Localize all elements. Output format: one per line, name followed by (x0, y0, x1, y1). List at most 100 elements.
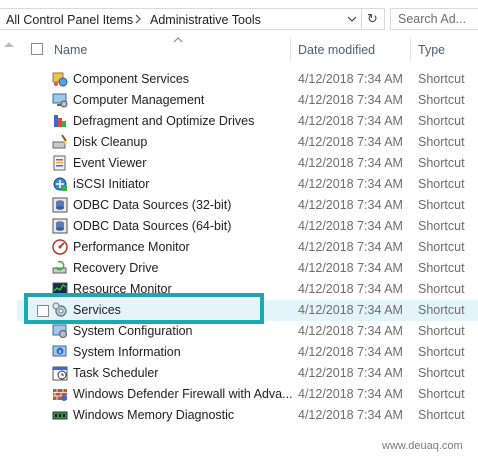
list-item[interactable]: Task Scheduler 4/12/2018 7:34 AM Shortcu… (17, 363, 478, 384)
item-type: Shortcut (418, 198, 465, 212)
computer-management-icon (52, 92, 68, 108)
list-item[interactable]: Computer Management 4/12/2018 7:34 AM Sh… (17, 90, 478, 111)
item-type: Shortcut (418, 93, 465, 107)
memory-diagnostic-icon (52, 407, 68, 423)
system-configuration-icon (52, 323, 68, 339)
breadcrumb-item-administrative-tools[interactable]: Administrative Tools (150, 13, 261, 27)
column-date-modified[interactable]: Date modified (298, 43, 375, 57)
column-name[interactable]: Name (54, 43, 87, 57)
list-item[interactable]: Defragment and Optimize Drives 4/12/2018… (17, 111, 478, 132)
item-date: 4/12/2018 7:34 AM (298, 135, 403, 149)
item-date: 4/12/2018 7:34 AM (298, 303, 403, 317)
list-item[interactable]: iSCSI Initiator 4/12/2018 7:34 AM Shortc… (17, 174, 478, 195)
refresh-icon[interactable]: ↻ (361, 9, 383, 29)
item-name: Disk Cleanup (73, 135, 148, 149)
item-date: 4/12/2018 7:34 AM (298, 240, 403, 254)
left-scroll-gutter (0, 38, 17, 456)
column-divider[interactable] (410, 38, 411, 62)
item-type: Shortcut (418, 366, 465, 380)
disk-cleanup-icon (52, 134, 68, 150)
list-item[interactable]: Disk Cleanup 4/12/2018 7:34 AM Shortcut (17, 132, 478, 153)
item-date: 4/12/2018 7:34 AM (298, 156, 403, 170)
column-header: Name Date modified Type (17, 37, 478, 62)
item-type: Shortcut (418, 408, 465, 422)
item-date: 4/12/2018 7:34 AM (298, 72, 403, 86)
odbc-icon (52, 218, 68, 234)
item-type: Shortcut (418, 324, 465, 338)
recovery-drive-icon (52, 260, 68, 276)
item-date: 4/12/2018 7:34 AM (298, 93, 403, 107)
list-item[interactable]: System Information 4/12/2018 7:34 AM Sho… (17, 342, 478, 363)
performance-monitor-icon (52, 239, 68, 255)
item-type: Shortcut (418, 345, 465, 359)
task-scheduler-icon (52, 365, 68, 381)
address-bar: All Control Panel Items Administrative T… (0, 0, 478, 38)
list-item[interactable]: ODBC Data Sources (32-bit) 4/12/2018 7:3… (17, 195, 478, 216)
item-type: Shortcut (418, 387, 465, 401)
item-name: ODBC Data Sources (32-bit) (73, 198, 232, 212)
defragment-icon (52, 113, 68, 129)
list-item[interactable]: ODBC Data Sources (64-bit) 4/12/2018 7:3… (17, 216, 478, 237)
select-all-checkbox[interactable] (31, 43, 43, 55)
event-viewer-icon (52, 155, 68, 171)
item-type: Shortcut (418, 219, 465, 233)
item-name: System Information (73, 345, 181, 359)
item-name: Performance Monitor (73, 240, 190, 254)
chevron-right-icon[interactable] (134, 12, 142, 29)
item-date: 4/12/2018 7:34 AM (298, 408, 403, 422)
item-date: 4/12/2018 7:34 AM (298, 387, 403, 401)
item-date: 4/12/2018 7:34 AM (298, 324, 403, 338)
search-input[interactable] (398, 11, 478, 27)
item-type: Shortcut (418, 303, 465, 317)
firewall-icon (52, 386, 68, 402)
item-type: Shortcut (418, 240, 465, 254)
item-name: Windows Defender Firewall with Adva... (73, 387, 293, 401)
item-type: Shortcut (418, 135, 465, 149)
column-divider[interactable] (290, 38, 291, 62)
item-name: Task Scheduler (73, 366, 159, 380)
system-information-icon (52, 344, 68, 360)
scroll-up-arrow-icon[interactable] (4, 42, 14, 47)
item-date: 4/12/2018 7:34 AM (298, 198, 403, 212)
item-type: Shortcut (418, 114, 465, 128)
list-item[interactable]: System Configuration 4/12/2018 7:34 AM S… (17, 321, 478, 342)
item-name: Windows Memory Diagnostic (73, 408, 235, 422)
highlight-frame (24, 293, 264, 324)
item-date: 4/12/2018 7:34 AM (298, 177, 403, 191)
item-name: Recovery Drive (73, 261, 159, 275)
list-item[interactable]: Windows Memory Diagnostic 4/12/2018 7:34… (17, 405, 478, 426)
item-type: Shortcut (418, 177, 465, 191)
item-type: Shortcut (418, 72, 465, 86)
breadcrumb[interactable]: All Control Panel Items Administrative T… (0, 8, 385, 30)
item-type: Shortcut (418, 261, 465, 275)
item-date: 4/12/2018 7:34 AM (298, 261, 403, 275)
chevron-down-icon[interactable] (343, 9, 361, 29)
item-name: ODBC Data Sources (64-bit) (73, 219, 232, 233)
item-date: 4/12/2018 7:34 AM (298, 114, 403, 128)
search-box[interactable] (390, 8, 478, 30)
item-name: iSCSI Initiator (73, 177, 150, 191)
item-type: Shortcut (418, 156, 465, 170)
item-date: 4/12/2018 7:34 AM (298, 219, 403, 233)
item-type: Shortcut (418, 282, 465, 296)
item-date: 4/12/2018 7:34 AM (298, 282, 403, 296)
item-name: Event Viewer (73, 156, 147, 170)
item-date: 4/12/2018 7:34 AM (298, 366, 403, 380)
breadcrumb-item-control-panel[interactable]: All Control Panel Items (6, 13, 133, 27)
list-item[interactable]: Component Services 4/12/2018 7:34 AM Sho… (17, 69, 478, 90)
odbc-icon (52, 197, 68, 213)
item-name: Component Services (73, 72, 190, 86)
list-item[interactable]: Performance Monitor 4/12/2018 7:34 AM Sh… (17, 237, 478, 258)
list-item[interactable]: Event Viewer 4/12/2018 7:34 AM Shortcut (17, 153, 478, 174)
item-name: Computer Management (73, 93, 205, 107)
item-name: Defragment and Optimize Drives (73, 114, 255, 128)
list-item[interactable]: Windows Defender Firewall with Adva... 4… (17, 384, 478, 405)
item-name: System Configuration (73, 324, 193, 338)
watermark-text: www.deuaq.com (382, 440, 463, 452)
sort-ascending-icon (173, 37, 183, 45)
component-services-icon (52, 71, 68, 87)
list-item[interactable]: Recovery Drive 4/12/2018 7:34 AM Shortcu… (17, 258, 478, 279)
column-type[interactable]: Type (418, 43, 445, 57)
item-date: 4/12/2018 7:34 AM (298, 345, 403, 359)
iscsi-icon (52, 176, 68, 192)
